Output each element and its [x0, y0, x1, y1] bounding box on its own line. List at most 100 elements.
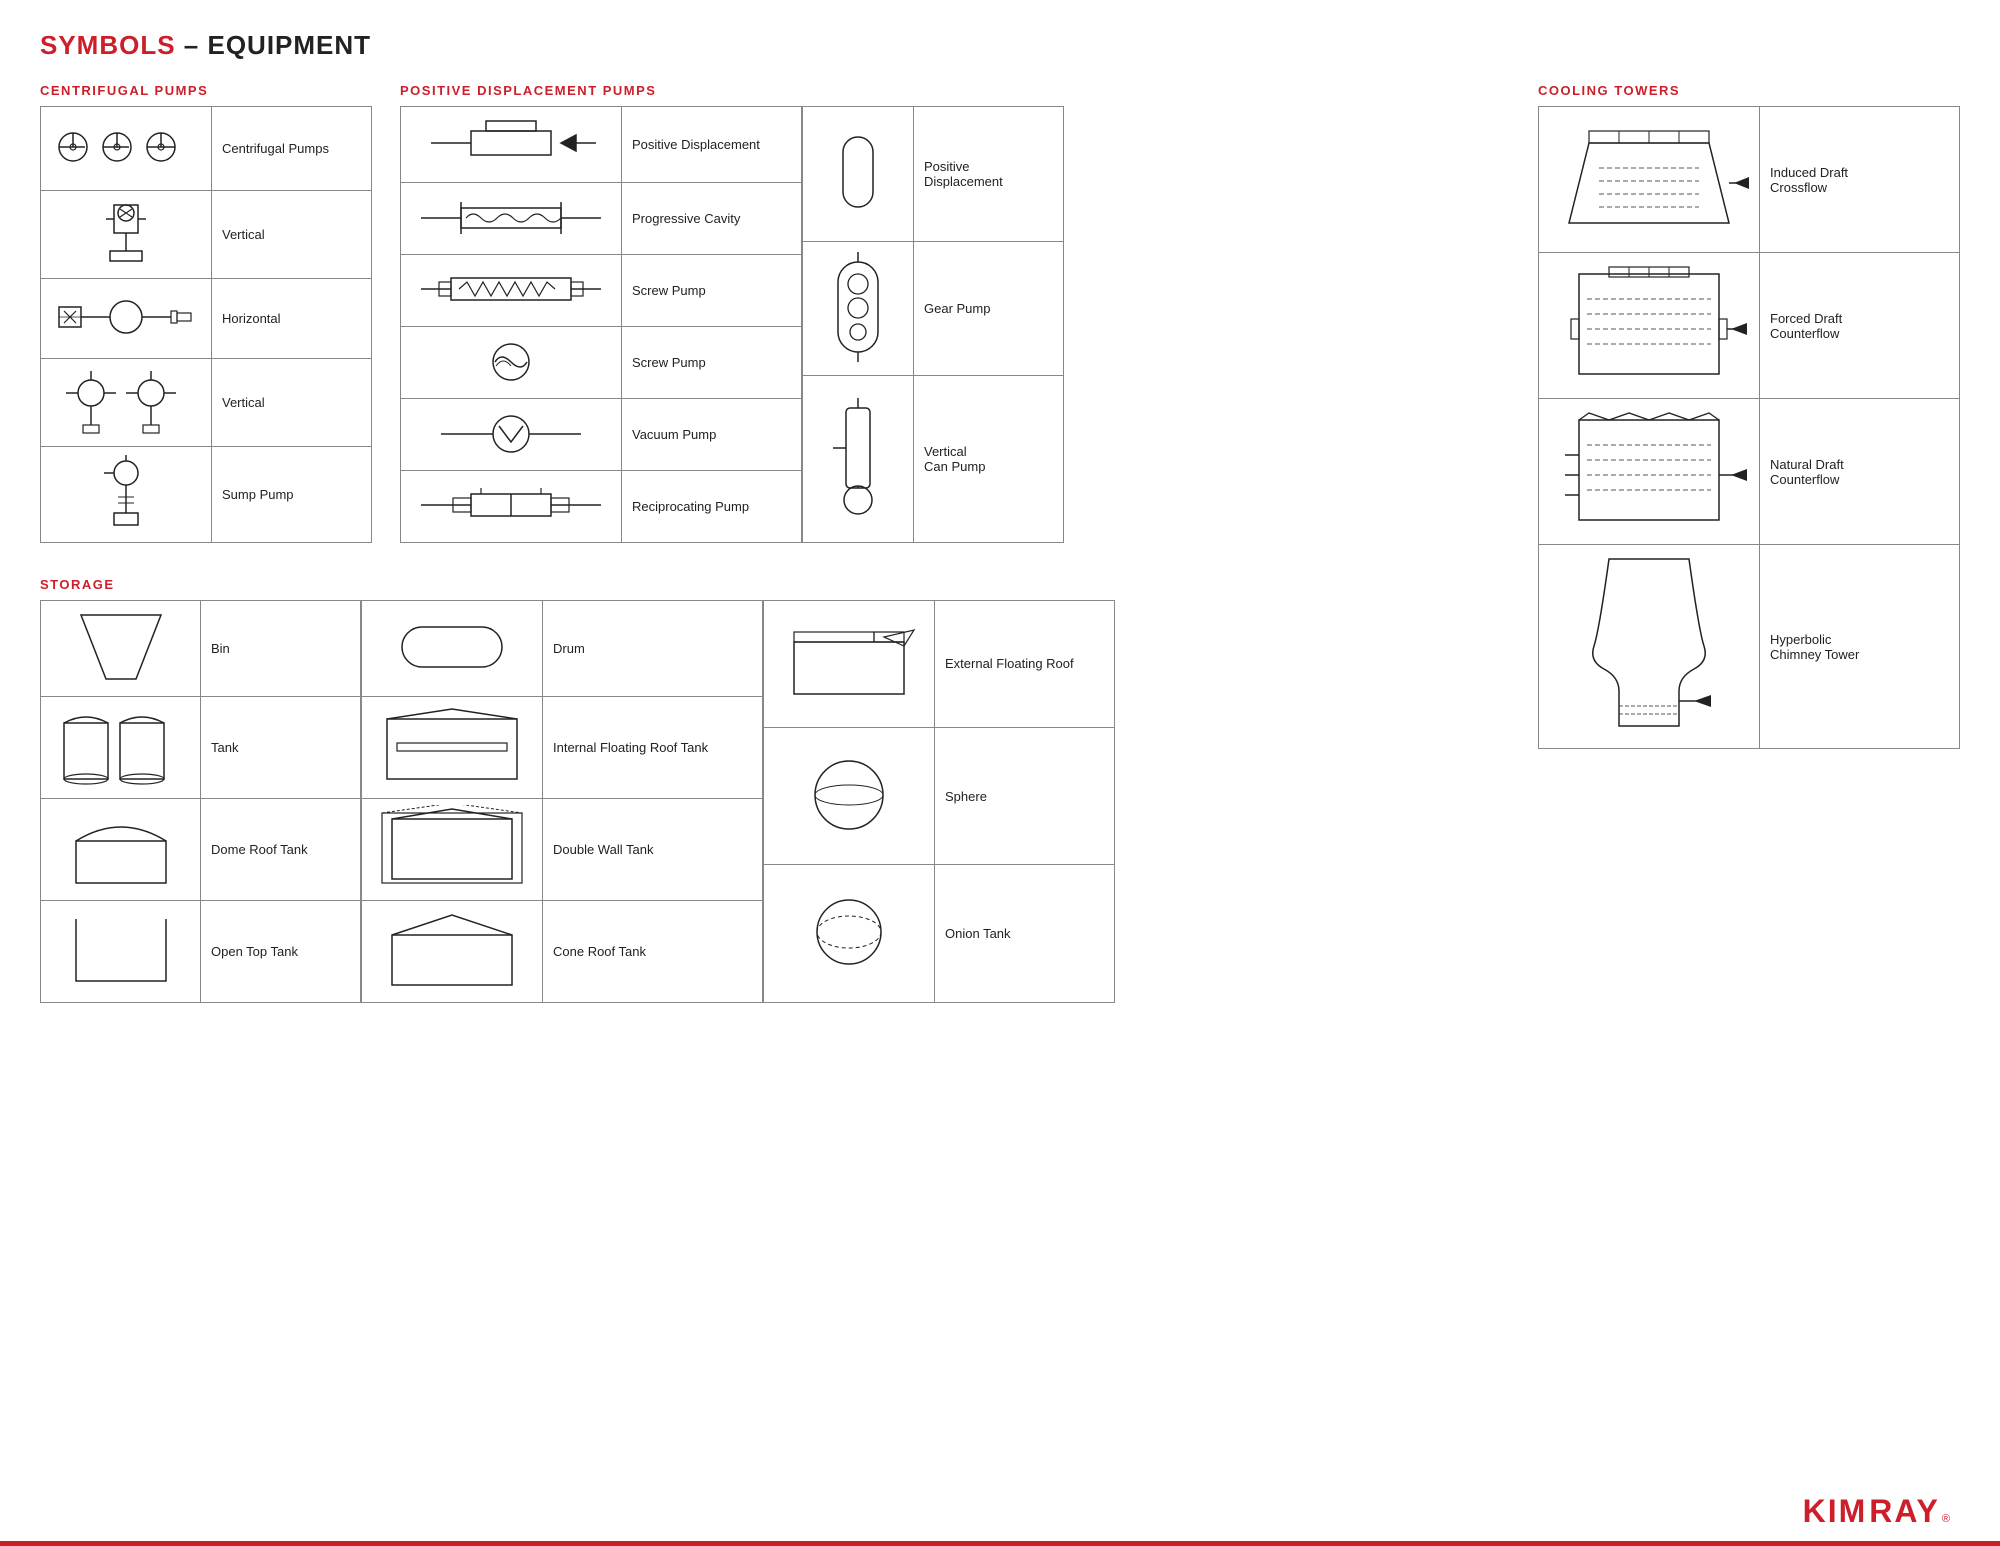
symbol-cell — [803, 241, 914, 376]
symbol-cell — [803, 107, 914, 242]
kimray-logo: KIMRAY® — [1803, 1493, 1950, 1530]
table-row: VerticalCan Pump — [803, 376, 1064, 543]
symbol-cell — [803, 376, 914, 543]
label-cell: HyperbolicChimney Tower — [1760, 545, 1960, 749]
table-row: Cone Roof Tank — [362, 901, 763, 1003]
symbol-cell — [401, 183, 622, 255]
symbol-cell — [401, 327, 622, 399]
table-row: Drum — [362, 601, 763, 697]
table-row: Horizontal — [41, 279, 372, 359]
cooling-towers-table: Induced DraftCrossflow — [1538, 106, 1960, 749]
table-row: Sphere — [764, 727, 1115, 865]
logo-text-2: RAY — [1869, 1493, 1940, 1530]
symbol-cell — [1539, 107, 1760, 253]
label-cell: Vertical — [212, 191, 372, 279]
label-cell: Screw Pump — [622, 327, 802, 399]
symbol-cell — [41, 107, 212, 191]
symbol-cell — [41, 447, 212, 543]
centrifugal-pumps-section: CENTRIFUGAL PUMPS — [40, 83, 372, 543]
symbol-cell — [41, 191, 212, 279]
table-row: Sump Pump — [41, 447, 372, 543]
symbol-cell — [764, 865, 935, 1003]
label-cell: Centrifugal Pumps — [212, 107, 372, 191]
pd-pumps-table: Positive Displacement — [400, 106, 802, 543]
label-cell: Bin — [201, 601, 361, 697]
symbol-cell — [41, 799, 201, 901]
table-row: PositiveDisplacement — [803, 107, 1064, 242]
page-title: SYMBOLS – EQUIPMENT — [40, 30, 1960, 61]
centrifugal-pumps-title: CENTRIFUGAL PUMPS — [40, 83, 372, 98]
symbol-cell — [401, 399, 622, 471]
cooling-towers-section: COOLING TOWERS — [1538, 83, 1960, 749]
symbol-cell — [1539, 545, 1760, 749]
label-cell: Drum — [543, 601, 763, 697]
logo-trademark: ® — [1942, 1513, 1950, 1525]
table-row: Vacuum Pump — [401, 399, 802, 471]
symbol-cell — [41, 359, 212, 447]
table-row: Tank — [41, 697, 361, 799]
table-row: Forced DraftCounterflow — [1539, 253, 1960, 399]
symbol-cell — [41, 279, 212, 359]
label-cell: Induced DraftCrossflow — [1760, 107, 1960, 253]
table-row: Reciprocating Pump — [401, 471, 802, 543]
table-row: Screw Pump — [401, 255, 802, 327]
title-highlight: SYMBOLS — [40, 30, 176, 60]
label-cell: Screw Pump — [622, 255, 802, 327]
symbol-cell — [401, 471, 622, 543]
symbol-cell — [764, 601, 935, 728]
pd-pumps-right-table: PositiveDisplacement — [802, 106, 1064, 543]
label-cell: Internal Floating Roof Tank — [543, 697, 763, 799]
label-cell: Positive Displacement — [622, 107, 802, 183]
symbol-cell — [41, 697, 201, 799]
label-cell: Gear Pump — [914, 241, 1064, 376]
table-row: Internal Floating Roof Tank — [362, 697, 763, 799]
pd-pumps-section: POSITIVE DISPLACEMENT PUMPS — [400, 83, 1064, 543]
symbol-cell — [362, 601, 543, 697]
label-cell: Tank — [201, 697, 361, 799]
symbol-cell — [1539, 253, 1760, 399]
centrifugal-pumps-table: Centrifugal Pumps — [40, 106, 372, 543]
symbol-cell — [41, 601, 201, 697]
table-row: Double Wall Tank — [362, 799, 763, 901]
storage-col3-table: External Floating Roof Sphere — [763, 600, 1115, 1003]
table-row: Induced DraftCrossflow — [1539, 107, 1960, 253]
table-row: Gear Pump — [803, 241, 1064, 376]
table-row: Bin — [41, 601, 361, 697]
table-row: Vertical — [41, 359, 372, 447]
symbol-cell — [764, 727, 935, 865]
label-cell: Cone Roof Tank — [543, 901, 763, 1003]
storage-title: STORAGE — [40, 577, 1115, 592]
table-row: Dome Roof Tank — [41, 799, 361, 901]
logo-text: KIM — [1803, 1493, 1868, 1530]
label-cell: Forced DraftCounterflow — [1760, 253, 1960, 399]
symbol-cell — [41, 901, 201, 1003]
label-cell: Reciprocating Pump — [622, 471, 802, 543]
label-cell: External Floating Roof — [935, 601, 1115, 728]
label-cell: Sump Pump — [212, 447, 372, 543]
label-cell: Onion Tank — [935, 865, 1115, 1003]
pd-pumps-title: POSITIVE DISPLACEMENT PUMPS — [400, 83, 1064, 98]
storage-col2-table: Drum Int — [361, 600, 763, 1003]
label-cell: Vertical — [212, 359, 372, 447]
table-row: Onion Tank — [764, 865, 1115, 1003]
symbol-cell — [362, 799, 543, 901]
label-cell: Open Top Tank — [201, 901, 361, 1003]
cooling-towers-title: COOLING TOWERS — [1538, 83, 1960, 98]
table-row: External Floating Roof — [764, 601, 1115, 728]
table-row: Screw Pump — [401, 327, 802, 399]
storage-col1-table: Bin — [40, 600, 361, 1003]
label-cell: Natural DraftCounterflow — [1760, 399, 1960, 545]
symbol-cell — [401, 255, 622, 327]
table-row: Open Top Tank — [41, 901, 361, 1003]
label-cell: PositiveDisplacement — [914, 107, 1064, 242]
label-cell: Dome Roof Tank — [201, 799, 361, 901]
table-row: HyperbolicChimney Tower — [1539, 545, 1960, 749]
label-cell: Progressive Cavity — [622, 183, 802, 255]
label-cell: Sphere — [935, 727, 1115, 865]
table-row: Vertical — [41, 191, 372, 279]
footer-bar — [0, 1541, 2000, 1546]
symbol-cell — [362, 901, 543, 1003]
label-cell: Vacuum Pump — [622, 399, 802, 471]
table-row: Natural DraftCounterflow — [1539, 399, 1960, 545]
table-row: Centrifugal Pumps — [41, 107, 372, 191]
